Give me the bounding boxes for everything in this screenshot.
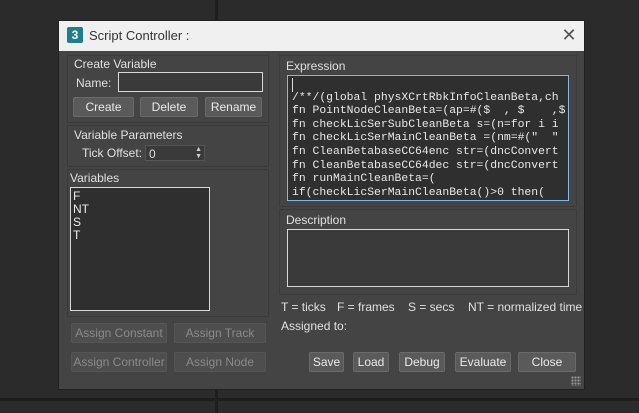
expression-line: /**/(global physXCrtRbkInfoCleanBeta,ch bbox=[292, 91, 559, 104]
expression-line: fn checkLicSerSubCleanBeta s=(n=for i i bbox=[292, 118, 559, 131]
assign-node-button[interactable]: Assign Node bbox=[174, 352, 266, 372]
save-button[interactable]: Save bbox=[309, 352, 344, 372]
expression-line: if(checkLicSerMainCleanBeta()>0 then( bbox=[292, 186, 545, 199]
script-controller-dialog: 3 Script Controller : ✕ Create Variable … bbox=[58, 20, 585, 390]
variables-label: Variables bbox=[70, 171, 120, 185]
title-bar[interactable]: 3 Script Controller : ✕ bbox=[59, 21, 584, 51]
list-item[interactable]: T bbox=[73, 229, 207, 242]
expression-line: fn checkLicSerMainCleanBeta =(nm=#(" " bbox=[292, 132, 559, 145]
tick-offset-spinner[interactable]: 0 ▲ ▼ bbox=[145, 145, 205, 161]
variable-name-input[interactable] bbox=[118, 72, 263, 92]
expression-editor[interactable]: /**/(global physXCrtRbkInfoCleanBeta,ch … bbox=[287, 75, 569, 201]
list-item[interactable]: NT bbox=[73, 203, 207, 216]
create-variable-label: Create Variable bbox=[74, 57, 157, 71]
resize-grip-icon[interactable] bbox=[571, 376, 581, 386]
list-item[interactable]: S bbox=[73, 216, 207, 229]
assigned-to-label: Assigned to: bbox=[281, 319, 348, 333]
description-label: Description bbox=[286, 213, 347, 227]
window-title: Script Controller : bbox=[89, 28, 190, 43]
expression-line: fn PointNodeCleanBeta=(ap=#($ , $ ,$ bbox=[292, 105, 566, 118]
debug-button[interactable]: Debug bbox=[399, 352, 445, 372]
expression-line: fn runMainCleanBeta=( bbox=[292, 173, 436, 186]
3dsmax-app-icon: 3 bbox=[67, 27, 83, 43]
legend-normalized: NT = normalized time bbox=[468, 300, 583, 314]
variable-parameters-label: Variable Parameters bbox=[74, 128, 183, 142]
variables-list[interactable]: F NT S T bbox=[70, 187, 210, 311]
assign-controller-button[interactable]: Assign Controller bbox=[71, 352, 167, 372]
tick-offset-value: 0 bbox=[149, 147, 156, 161]
expression-line: fn CleanBetabaseCC64dec str=(dncConvert bbox=[292, 159, 559, 172]
rename-button[interactable]: Rename bbox=[205, 97, 262, 117]
close-button[interactable]: Close bbox=[518, 352, 576, 372]
description-textarea[interactable] bbox=[287, 229, 569, 287]
close-icon[interactable]: ✕ bbox=[560, 25, 578, 45]
legend-ticks: T = ticks bbox=[281, 300, 326, 314]
tick-offset-label: Tick Offset: bbox=[82, 146, 143, 160]
expression-label: Expression bbox=[286, 59, 346, 73]
evaluate-button[interactable]: Evaluate bbox=[455, 352, 511, 372]
name-label: Name: bbox=[76, 76, 112, 90]
assign-track-button[interactable]: Assign Track bbox=[174, 323, 266, 343]
list-item[interactable]: F bbox=[73, 190, 207, 203]
load-button[interactable]: Load bbox=[353, 352, 389, 372]
viewport-divider-horizontal bbox=[0, 398, 639, 401]
legend-frames: F = frames bbox=[337, 300, 395, 314]
legend-secs: S = secs bbox=[408, 300, 455, 314]
delete-button[interactable]: Delete bbox=[140, 97, 198, 117]
create-button[interactable]: Create bbox=[73, 97, 134, 117]
assign-constant-button[interactable]: Assign Constant bbox=[71, 323, 167, 343]
spinner-arrows-icon[interactable]: ▲ ▼ bbox=[195, 146, 202, 160]
expression-line: fn CleanBetabaseCC64enc str=(dncConvert bbox=[292, 145, 559, 158]
expression-line bbox=[292, 78, 293, 92]
